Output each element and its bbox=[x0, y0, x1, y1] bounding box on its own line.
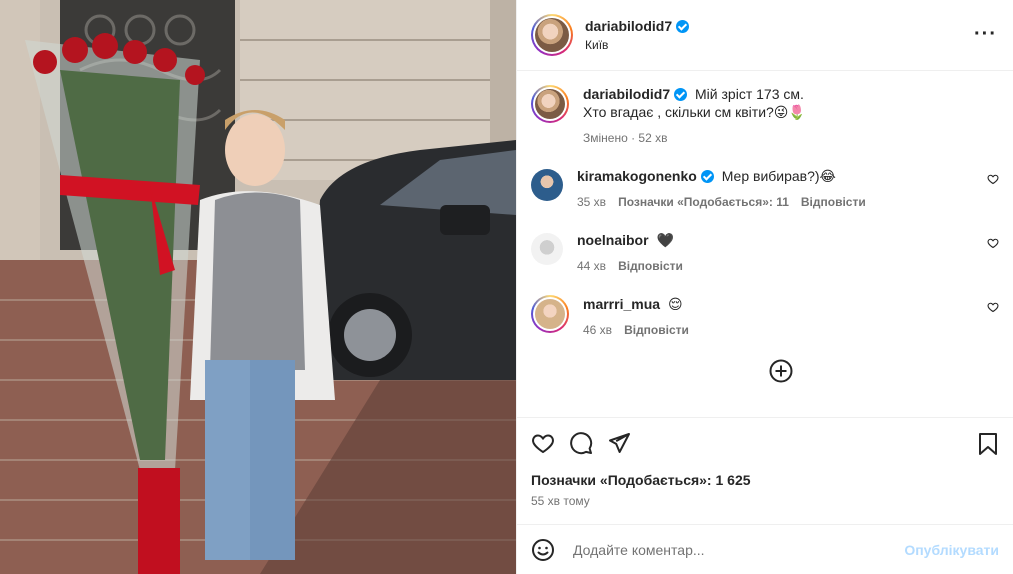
post-photo[interactable] bbox=[0, 0, 516, 574]
reply-button[interactable]: Відповісти bbox=[624, 323, 689, 337]
comment-bubble-icon[interactable] bbox=[569, 431, 593, 455]
post-header: dariabilodid7 Київ ··· bbox=[517, 0, 1013, 71]
caption-avatar[interactable] bbox=[531, 85, 569, 123]
comment-username-text[interactable]: noelnaibor bbox=[577, 231, 649, 249]
comment-item: noelnaibor 🖤 44 хв Відповісти bbox=[531, 231, 999, 273]
comment-input[interactable] bbox=[573, 541, 905, 558]
load-more-comments-icon[interactable] bbox=[769, 359, 793, 383]
comment-item: kiramakogonenko Мер вибирав?)😂 35 хв Поз… bbox=[531, 167, 999, 209]
like-comment-heart-icon[interactable] bbox=[987, 301, 999, 313]
post-location[interactable]: Київ bbox=[585, 38, 689, 52]
instagram-post: dariabilodid7 Київ ··· dariabilodid7 Мій… bbox=[0, 0, 1013, 574]
author-username-text[interactable]: dariabilodid7 bbox=[585, 18, 672, 34]
comment-text: 😌 bbox=[667, 296, 683, 312]
comment-username-text[interactable]: marrri_mua bbox=[583, 295, 660, 313]
post-side-panel: dariabilodid7 Київ ··· dariabilodid7 Мій… bbox=[516, 0, 1013, 574]
comment-username[interactable]: marrri_mua bbox=[583, 295, 660, 313]
verified-badge-icon bbox=[700, 169, 714, 183]
comment-time[interactable]: 44 хв bbox=[577, 259, 606, 273]
comment-username-text[interactable]: kiramakogonenko bbox=[577, 167, 697, 185]
caption-text-line1: Мій зріст 173 см. bbox=[695, 86, 804, 102]
reply-button[interactable]: Відповісти bbox=[801, 195, 866, 209]
reply-button[interactable]: Відповісти bbox=[618, 259, 683, 273]
share-paper-plane-icon[interactable] bbox=[607, 431, 631, 455]
add-comment-bar: Опублікувати bbox=[517, 524, 1013, 574]
like-comment-heart-icon[interactable] bbox=[987, 237, 999, 249]
post-caption: dariabilodid7 Мій зріст 173 см. Хто вгад… bbox=[531, 85, 999, 145]
post-time-ago[interactable]: 55 хв тому bbox=[531, 494, 999, 508]
emoji-smiley-icon[interactable] bbox=[531, 538, 555, 562]
comment-item: marrri_mua 😌 46 хв Відповісти bbox=[531, 295, 999, 337]
author-username[interactable]: dariabilodid7 bbox=[585, 18, 690, 34]
comment-time[interactable]: 35 хв bbox=[577, 195, 606, 209]
caption-username-text[interactable]: dariabilodid7 bbox=[583, 85, 670, 103]
comment-time[interactable]: 46 хв bbox=[583, 323, 612, 337]
caption-username[interactable]: dariabilodid7 bbox=[583, 85, 688, 103]
post-actions: Позначки «Подобається»: 1 625 55 хв тому bbox=[517, 417, 1013, 524]
more-options-icon[interactable]: ··· bbox=[974, 24, 997, 44]
comment-avatar[interactable] bbox=[531, 169, 563, 201]
caption-text-line2: Хто вгадає , скільки см квіти?😜🌷 bbox=[583, 104, 806, 120]
comment-username[interactable]: kiramakogonenko bbox=[577, 167, 714, 185]
likes-count[interactable]: Позначки «Подобається»: 1 625 bbox=[531, 472, 999, 488]
verified-badge-icon bbox=[676, 19, 690, 33]
photo-illustration bbox=[0, 0, 516, 574]
publish-button[interactable]: Опублікувати bbox=[904, 542, 999, 558]
comment-text: 🖤 bbox=[656, 232, 674, 248]
caption-meta: Змінено · 52 хв bbox=[583, 131, 668, 145]
comment-username[interactable]: noelnaibor bbox=[577, 231, 649, 249]
comment-likes[interactable]: Позначки «Подобається»: 11 bbox=[618, 195, 789, 209]
author-avatar[interactable] bbox=[531, 14, 573, 56]
save-bookmark-icon[interactable] bbox=[977, 432, 999, 456]
like-heart-icon[interactable] bbox=[531, 431, 555, 455]
like-comment-heart-icon[interactable] bbox=[987, 173, 999, 185]
comment-avatar[interactable] bbox=[531, 295, 569, 333]
comments-section: dariabilodid7 Мій зріст 173 см. Хто вгад… bbox=[517, 71, 1013, 417]
verified-badge-icon bbox=[674, 87, 688, 101]
comment-avatar[interactable] bbox=[531, 233, 563, 265]
comment-text: Мер вибирав?)😂 bbox=[721, 168, 836, 184]
